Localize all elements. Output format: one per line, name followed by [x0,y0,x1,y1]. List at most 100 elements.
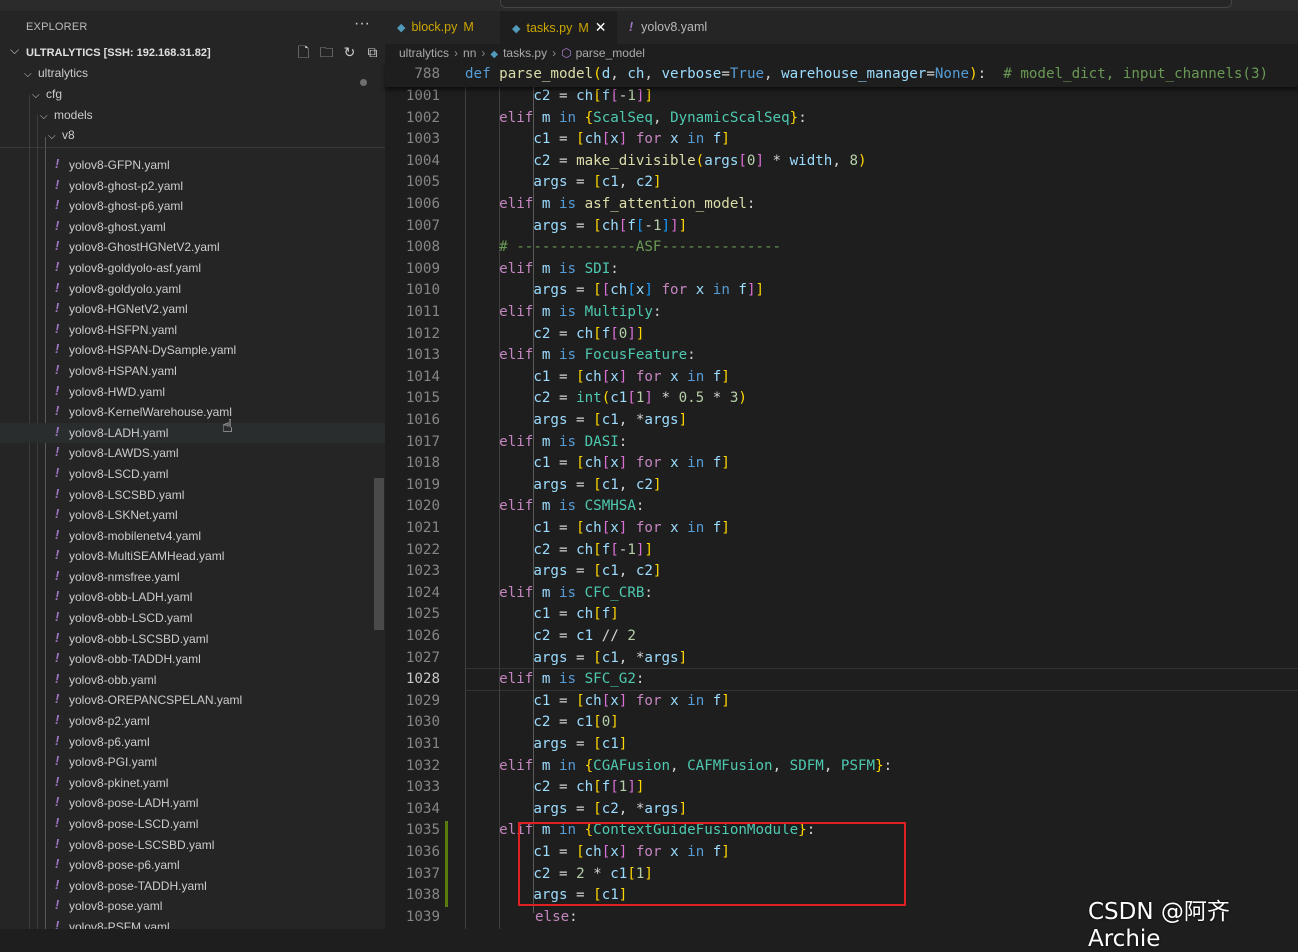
file-item[interactable]: ! yolov8-goldyolo.yaml [0,279,385,300]
code-row[interactable]: 1032 elif m in {CGAFusion, CAFMFusion, S… [385,758,1298,780]
code-row[interactable]: 1002 elif m in {ScalSeq, DynamicScalSeq}… [385,110,1298,132]
code-row[interactable]: 1020 elif m is CSMHSA: [385,498,1298,520]
code-row[interactable]: 1001 c2 = ch[f[-1]] [385,88,1298,110]
breadcrumb-item[interactable]: ultralytics [399,46,449,60]
code-line: c1 = [ch[x] for x in f] [533,455,730,472]
file-label: yolov8-HSPAN-DySample.yaml [69,343,237,358]
file-item[interactable]: ! yolov8-MultiSEAMHead.yaml [0,546,385,567]
code-row[interactable]: 1031 args = [c1] [385,736,1298,758]
code-row[interactable]: 1026 c2 = c1 // 2 [385,628,1298,650]
code-row[interactable]: 1027 args = [c1, *args] [385,650,1298,672]
file-item[interactable]: ! yolov8-ghost.yaml [0,217,385,238]
file-item[interactable]: ! yolov8-pose.yaml [0,896,385,917]
code-row[interactable]: 1019 args = [c1, c2] [385,477,1298,499]
file-item[interactable]: ! yolov8-HGNetV2.yaml [0,299,385,320]
code-row[interactable]: 1030 c2 = c1[0] [385,714,1298,736]
file-item[interactable]: ! yolov8-HSFPN.yaml [0,320,385,341]
folder-v8[interactable]: ⌵ v8 [48,128,75,148]
code-row[interactable]: 1005 args = [c1, c2] [385,174,1298,196]
file-item[interactable]: ! yolov8-HSPAN-DySample.yaml [0,340,385,361]
file-item[interactable]: ! yolov8-pkinet.yaml [0,773,385,794]
code-row[interactable]: 1017 elif m is DASI: [385,434,1298,456]
code-row[interactable]: 1023 args = [c1, c2] [385,563,1298,585]
modified-badge: M [463,20,474,34]
tab-tasks-py[interactable]: ◆ tasks.py M ✕ [500,11,617,44]
file-item[interactable]: ! yolov8-obb-LSCSBD.yaml [0,629,385,650]
file-item[interactable]: ! yolov8-nmsfree.yaml [0,567,385,588]
command-center[interactable] [500,0,1232,8]
file-item[interactable]: ! yolov8-obb-TADDH.yaml [0,649,385,670]
file-item[interactable]: ! yolov8-mobilenetv4.yaml [0,526,385,547]
code-row[interactable]: 1024 elif m is CFC_CRB: [385,585,1298,607]
code-row[interactable]: 1011 elif m is Multiply: [385,304,1298,326]
breadcrumb-item[interactable]: tasks.py [503,46,547,60]
code-row[interactable]: 1009 elif m is SDI: [385,261,1298,283]
file-item[interactable]: ! yolov8-pose-p6.yaml [0,855,385,876]
code-row[interactable]: 1004 c2 = make_divisible(args[0] * width… [385,153,1298,175]
code-editor[interactable]: 788 def parse_model(d, ch, verbose=True,… [385,63,1298,929]
file-item[interactable]: ! yolov8-PSFM.yaml [0,917,385,929]
code-row[interactable]: 1003 c1 = [ch[x] for x in f] [385,131,1298,153]
file-item[interactable]: ! yolov8-KernelWarehouse.yaml [0,402,385,423]
file-item[interactable]: ! yolov8-p6.yaml [0,732,385,753]
collapse-all-icon[interactable]: ⧉ [365,45,380,60]
code-row[interactable]: 1014 c1 = [ch[x] for x in f] [385,369,1298,391]
new-file-icon[interactable]: 🗋 [296,45,311,60]
file-label: yolov8-MultiSEAMHead.yaml [69,549,225,564]
file-item[interactable]: ! yolov8-LSCSBD.yaml [0,485,385,506]
file-item[interactable]: ! yolov8-obb-LSCD.yaml [0,608,385,629]
folder-ultralytics[interactable]: ⌵ ultralytics [24,66,88,86]
line-number: 1018 [405,455,440,472]
code-row[interactable]: 1018 c1 = [ch[x] for x in f] [385,455,1298,477]
close-icon[interactable]: ✕ [595,19,607,35]
tab-block-py[interactable]: ◆ block.py M [385,11,500,44]
code-row[interactable]: 1034 args = [c2, *args] [385,801,1298,823]
breadcrumb-item[interactable]: nn [463,46,476,60]
sidebar-scrollbar[interactable] [374,478,384,630]
file-item[interactable]: ! yolov8-pose-LSCSBD.yaml [0,835,385,856]
file-item[interactable]: ! yolov8-obb.yaml [0,670,385,691]
file-item[interactable]: ! yolov8-LADH.yaml [0,422,385,444]
code-row[interactable]: 1028 elif m is SFC_G2: [385,671,1298,693]
code-row[interactable]: 1025 c1 = ch[f] [385,606,1298,628]
folder-models[interactable]: ⌵ models [40,108,93,128]
code-row[interactable]: 1021 c1 = [ch[x] for x in f] [385,520,1298,542]
code-row[interactable]: 1007 args = [ch[f[-1]]] [385,218,1298,240]
new-folder-icon[interactable]: 🗀 [319,45,334,60]
code-row[interactable]: 1008 # --------------ASF-------------- [385,239,1298,261]
file-item[interactable]: ! yolov8-HWD.yaml [0,382,385,403]
file-item[interactable]: ! yolov8-p2.yaml [0,711,385,732]
file-item[interactable]: ! yolov8-obb-LADH.yaml [0,587,385,608]
file-item[interactable]: ! yolov8-pose-LADH.yaml [0,793,385,814]
file-item[interactable]: ! yolov8-GFPN.yaml [0,155,385,176]
file-item[interactable]: ! yolov8-LSKNet.yaml [0,505,385,526]
breadcrumb-item[interactable]: parse_model [576,46,645,60]
file-item[interactable]: ! yolov8-GhostHGNetV2.yaml [0,237,385,258]
file-item[interactable]: ! yolov8-LAWDS.yaml [0,443,385,464]
code-row[interactable]: 1012 c2 = ch[f[0]] [385,326,1298,348]
refresh-icon[interactable]: ↻ [342,45,357,60]
yaml-file-icon: ! [55,300,60,316]
file-item[interactable]: ! yolov8-PGI.yaml [0,752,385,773]
file-item[interactable]: ! yolov8-HSPAN.yaml [0,361,385,382]
file-item[interactable]: ! yolov8-ghost-p6.yaml [0,196,385,217]
folder-cfg[interactable]: ⌵ cfg [32,87,62,107]
code-row[interactable]: 1006 elif m is asf_attention_model: [385,196,1298,218]
code-row[interactable]: 1033 c2 = ch[f[1]] [385,779,1298,801]
code-row[interactable]: 1010 args = [[ch[x] for x in f]] [385,282,1298,304]
file-item[interactable]: ! yolov8-ghost-p2.yaml [0,176,385,197]
code-row[interactable]: 1022 c2 = ch[f[-1]] [385,542,1298,564]
code-row[interactable]: 1013 elif m is FocusFeature: [385,347,1298,369]
tab-yolov8-yaml[interactable]: ! yolov8.yaml [617,11,735,44]
file-item[interactable]: ! yolov8-pose-LSCD.yaml [0,814,385,835]
more-actions-icon[interactable]: ··· [354,15,370,33]
file-item[interactable]: ! yolov8-pose-TADDH.yaml [0,876,385,897]
sticky-scroll-header[interactable]: 788 def parse_model(d, ch, verbose=True,… [385,63,1298,87]
code-row[interactable]: 1029 c1 = [ch[x] for x in f] [385,693,1298,715]
file-item[interactable]: ! yolov8-goldyolo-asf.yaml [0,258,385,279]
yaml-file-icon: ! [55,794,60,810]
file-item[interactable]: ! yolov8-LSCD.yaml [0,464,385,485]
code-row[interactable]: 1015 c2 = int(c1[1] * 0.5 * 3) [385,390,1298,412]
file-item[interactable]: ! yolov8-OREPANCSPELAN.yaml [0,690,385,711]
code-row[interactable]: 1016 args = [c1, *args] [385,412,1298,434]
